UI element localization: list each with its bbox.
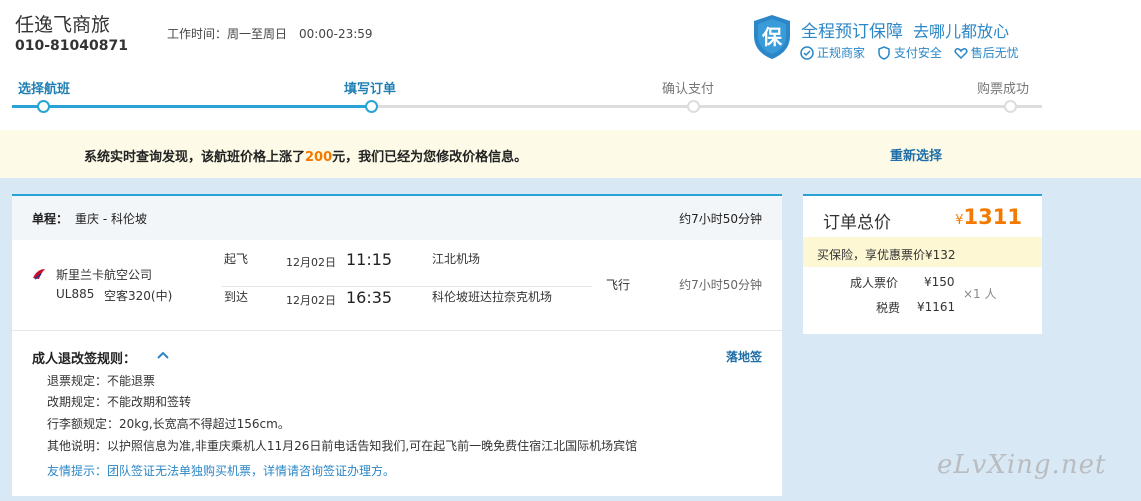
- route-bar: 单程： 重庆 - 科伦坡 约7小时50分钟: [12, 196, 782, 240]
- depart-airport: 江北机场: [432, 252, 481, 266]
- refund-change-rules: 成人退改签规则： 落地签 退票规定：不能退票 改期规定：不能改期和签转 行李额规…: [12, 330, 782, 498]
- segment-divider: [222, 286, 592, 287]
- brand-phone: 010-81040871: [15, 38, 128, 54]
- rule-baggage: 行李额规定：20kg,长宽高不得超过156cm。: [47, 417, 290, 431]
- route-duration: 约7小时50分钟: [679, 212, 762, 226]
- progress-line-done: [42, 105, 372, 108]
- step-select-flight: 选择航班: [18, 78, 70, 97]
- step-ticket-success: 购票成功: [977, 78, 1029, 97]
- price-rise-amount: 200: [305, 150, 333, 165]
- notice-text-after: 元，我们已经为您修改价格信息。: [332, 150, 528, 165]
- adult-fare-label: 成人票价: [850, 276, 899, 290]
- depart-label: 起飞: [224, 252, 249, 266]
- arrive-airport: 科伦坡班达拉奈克机场: [432, 290, 553, 304]
- chevron-up-icon[interactable]: [157, 351, 169, 359]
- depart-time: 11:15: [346, 250, 393, 269]
- total-amount: 1311: [963, 205, 1022, 229]
- price-change-notice: 系统实时查询发现，该航班价格上涨了200元，我们已经为您修改价格信息。 重新选择: [0, 130, 1141, 178]
- airline-logo-icon: [33, 269, 45, 280]
- depart-date: 12月02日: [286, 256, 336, 269]
- work-time: 00:00-23:59: [299, 27, 373, 41]
- notice-text: 系统实时查询发现，该航班价格上涨了200元，我们已经为您修改价格信息。: [84, 146, 527, 165]
- arrive-date: 12月02日: [286, 294, 336, 307]
- order-progress: 选择航班 填写订单 确认支付 购票成功: [12, 78, 1042, 118]
- airline-name: 斯里兰卡航空公司: [56, 268, 153, 282]
- step-label: 选择航班: [18, 82, 71, 97]
- arrive-time: 16:35: [346, 288, 393, 307]
- work-hours-label: 工作时间：: [167, 27, 228, 41]
- step-label: 填写订单: [344, 82, 397, 97]
- secure-shield-icon: [878, 46, 890, 60]
- guarantee-item-label: 支付安全: [893, 46, 942, 60]
- insurance-text: 买保险，享优惠票价¥132: [817, 248, 956, 262]
- guarantee-item-aftersale: 售后无忧: [954, 44, 1019, 61]
- tax-amount: ¥1161: [917, 300, 956, 314]
- passenger-multiplier: ×1 人: [963, 287, 997, 301]
- step-dot-done: [37, 100, 50, 113]
- check-badge-icon: [800, 46, 814, 60]
- guarantee-banner: 保 全程预订保障 去哪儿都放心 正规商家 支付安全 售后无忧: [752, 14, 1042, 64]
- step-dot-current: [365, 100, 378, 113]
- order-title: 订单总价: [823, 213, 891, 233]
- step-confirm-payment: 确认支付: [662, 78, 714, 97]
- flight-info-card: 单程： 重庆 - 科伦坡 约7小时50分钟 斯里兰卡航空公司 UL885 空客3…: [12, 194, 782, 496]
- step-label: 确认支付: [662, 82, 715, 97]
- arrive-label: 到达: [224, 290, 249, 304]
- guarantee-item-label: 售后无忧: [970, 46, 1019, 60]
- work-hours: 工作时间：周一至周日 00:00-23:59: [167, 25, 385, 42]
- guarantee-items: 正规商家 支付安全 售后无忧: [800, 44, 1027, 61]
- flight-segment: 斯里兰卡航空公司 UL885 空客320(中) 起飞 12月02日 11:15 …: [12, 240, 782, 330]
- fly-label: 飞行: [606, 278, 631, 292]
- route-value: 重庆 - 科伦坡: [75, 212, 147, 226]
- friendly-tip: 友情提示：团队签证无法单独购买机票，详情请咨询签证办理方。: [47, 464, 396, 478]
- shield-icon: 保: [754, 15, 790, 59]
- currency-symbol: ¥: [955, 213, 964, 228]
- guarantee-item-label: 正规商家: [817, 46, 866, 60]
- step-fill-order: 填写订单: [344, 78, 396, 97]
- rule-other: 其他说明：以护照信息为准,非重庆乘机人11月26日前电话告知我们,可在起飞前一晚…: [47, 439, 638, 453]
- notice-text-before: 系统实时查询发现，该航班价格上涨了: [84, 150, 306, 165]
- visa-on-arrival-link[interactable]: 落地签: [726, 348, 762, 365]
- route-label: 单程：: [32, 212, 69, 226]
- step-label: 购票成功: [977, 82, 1030, 97]
- guarantee-slogan: 去哪儿都放心: [913, 22, 1010, 41]
- guarantee-item-merchant: 正规商家: [800, 44, 865, 61]
- shield-badge: 保: [761, 25, 783, 49]
- order-total-card: 订单总价 ¥1311 买保险，享优惠票价¥132 成人票价 ¥150 税费 ¥1…: [803, 194, 1042, 334]
- rules-title: 成人退改签规则：: [32, 352, 137, 367]
- insurance-offer[interactable]: 买保险，享优惠票价¥132: [803, 237, 1042, 267]
- rule-change: 改期规定：不能改期和签转: [47, 395, 192, 409]
- site-watermark: eLvXing.net: [937, 450, 1107, 480]
- rule-refund: 退票规定：不能退票: [47, 374, 156, 388]
- guarantee-title-text: 全程预订保障: [801, 22, 903, 42]
- reselect-link[interactable]: 重新选择: [890, 145, 942, 164]
- guarantee-item-payment: 支付安全: [877, 44, 942, 61]
- progress-line-pending: [372, 105, 1042, 108]
- adult-fare: ¥150: [924, 275, 955, 289]
- tax-label: 税费: [876, 301, 901, 315]
- heart-badge-icon: [954, 48, 968, 60]
- brand-name: 任逸飞商旅: [15, 14, 111, 36]
- guarantee-title: 全程预订保障 去哪儿都放心: [801, 17, 1009, 42]
- fly-duration: 约7小时50分钟: [679, 278, 762, 292]
- step-dot-pending: [1004, 100, 1017, 113]
- flight-number: UL885: [56, 287, 95, 301]
- order-total: ¥1311: [955, 205, 1022, 229]
- step-dot-pending: [687, 100, 700, 113]
- work-days: 周一至周日: [227, 27, 288, 41]
- aircraft-type: 空客320(中): [104, 289, 173, 303]
